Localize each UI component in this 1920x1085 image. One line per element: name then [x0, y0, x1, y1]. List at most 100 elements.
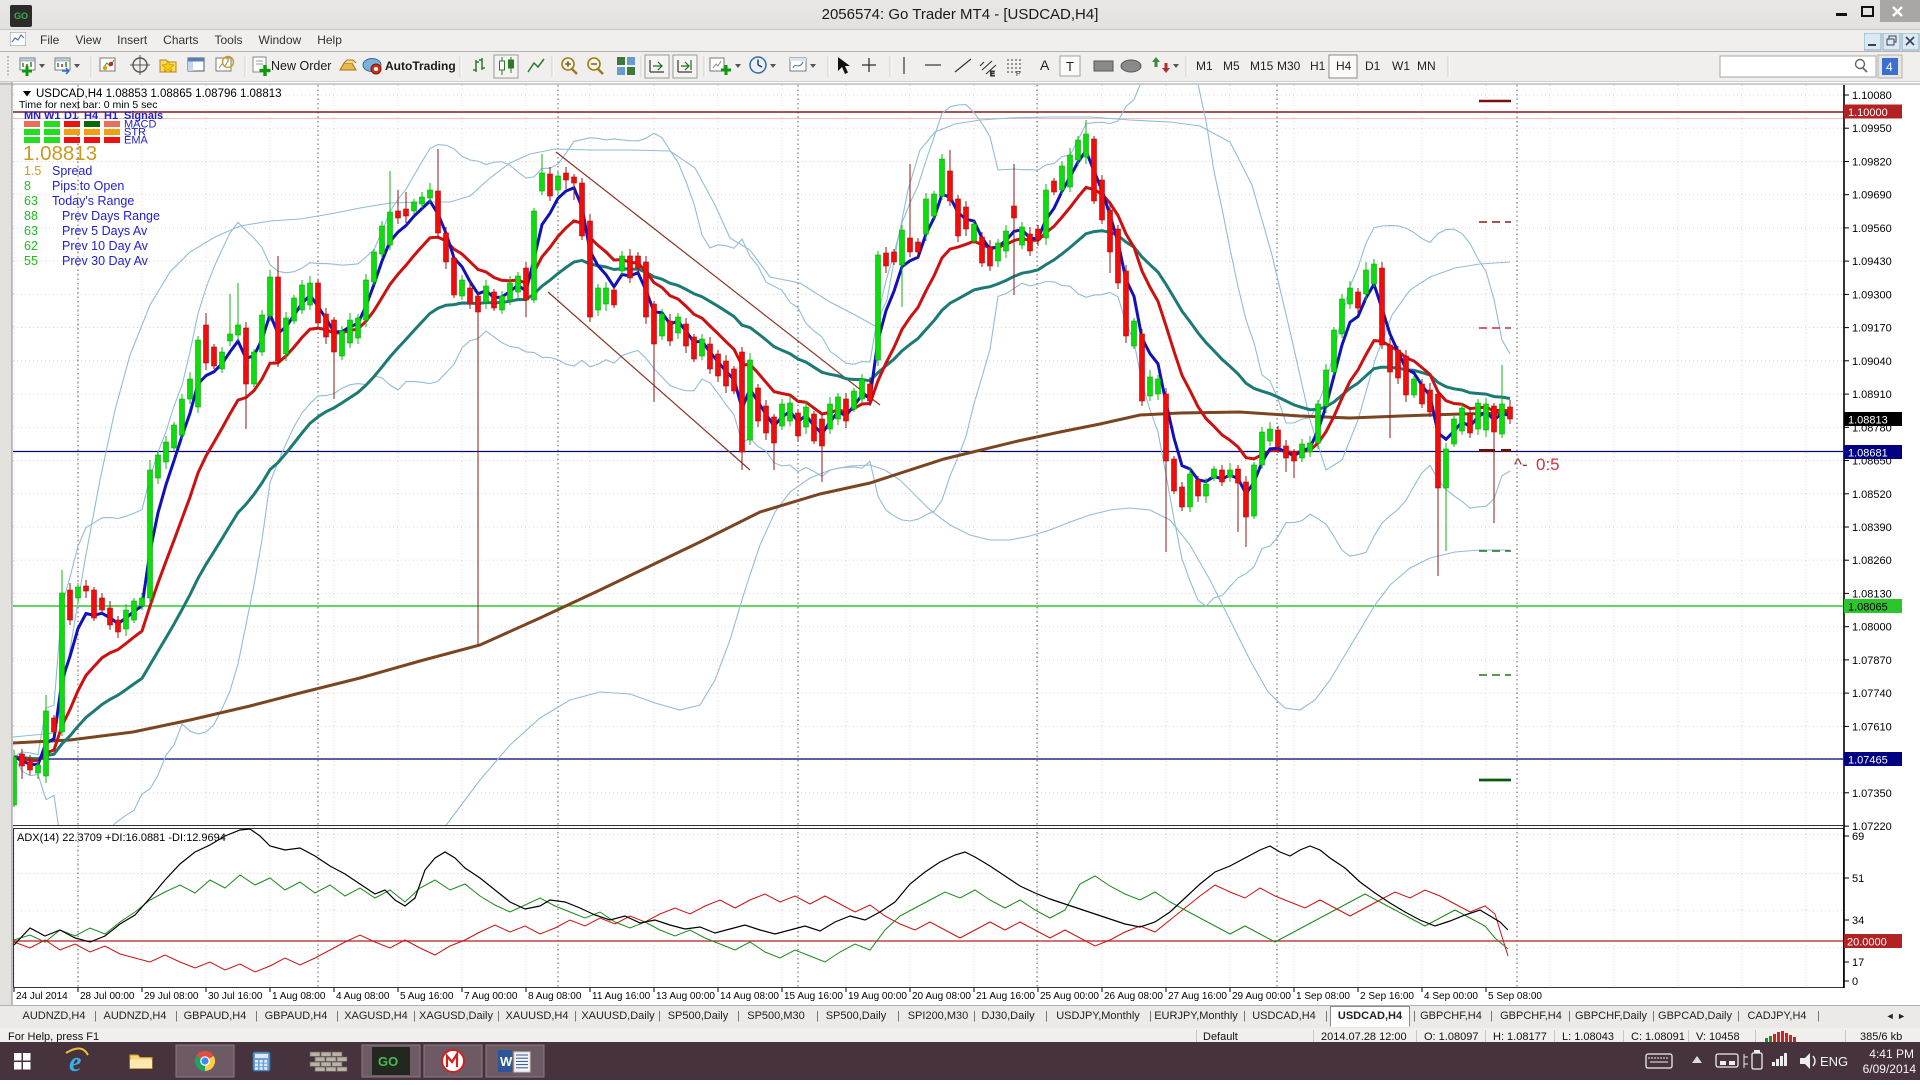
svg-text:^-: ^-: [1514, 455, 1528, 474]
svg-text:5 Aug 16:00: 5 Aug 16:00: [400, 991, 454, 1002]
svg-text:H4: H4: [84, 110, 99, 122]
svg-text:4: 4: [1886, 60, 1893, 74]
svg-text:0: 0: [1852, 976, 1858, 988]
svg-text:Prev 5 Days Av: Prev 5 Days Av: [62, 224, 148, 238]
svg-text:4 Aug 08:00: 4 Aug 08:00: [336, 991, 390, 1002]
svg-text:Spread: Spread: [52, 164, 92, 178]
svg-text:AutoTrading: AutoTrading: [385, 59, 456, 73]
svg-text:25 Aug 00:00: 25 Aug 00:00: [1040, 991, 1099, 1002]
svg-text:1.07350: 1.07350: [1852, 788, 1892, 800]
svg-text:34: 34: [1852, 915, 1864, 927]
svg-text:F: F: [1016, 71, 1020, 78]
svg-text:63: 63: [24, 224, 38, 238]
svg-text:W: W: [500, 1054, 513, 1069]
svg-text:1.09690: 1.09690: [1852, 190, 1892, 202]
svg-text:20 Aug 08:00: 20 Aug 08:00: [912, 991, 971, 1002]
svg-text:1.08130: 1.08130: [1852, 588, 1892, 600]
svg-text:8: 8: [24, 179, 31, 193]
svg-text:4 Sep 00:00: 4 Sep 00:00: [1424, 991, 1478, 1002]
svg-text:14 Aug 08:00: 14 Aug 08:00: [720, 991, 779, 1002]
svg-text:1.08813: 1.08813: [23, 142, 97, 165]
svg-text:1 Aug 08:00: 1 Aug 08:00: [272, 991, 326, 1002]
svg-text:28 Jul 00:00: 28 Jul 00:00: [80, 991, 135, 1002]
svg-text:GO: GO: [378, 1054, 398, 1069]
svg-text:1.09430: 1.09430: [1852, 256, 1892, 268]
svg-text:11 Aug 16:00: 11 Aug 16:00: [592, 991, 651, 1002]
svg-text:H1: H1: [104, 110, 118, 122]
svg-text:1.09040: 1.09040: [1852, 356, 1892, 368]
svg-text:8 Aug 08:00: 8 Aug 08:00: [528, 991, 582, 1002]
svg-text:1.09820: 1.09820: [1852, 157, 1892, 169]
svg-text:New Order: New Order: [271, 59, 331, 73]
svg-text:7 Aug 00:00: 7 Aug 00:00: [464, 991, 518, 1002]
svg-text:5 Sep 08:00: 5 Sep 08:00: [1488, 991, 1542, 1002]
svg-text:88: 88: [24, 209, 38, 223]
svg-text:Today's Range: Today's Range: [52, 194, 134, 208]
svg-text:1.07610: 1.07610: [1852, 721, 1892, 733]
svg-text:1.5: 1.5: [24, 164, 41, 178]
svg-text:30 Jul 16:00: 30 Jul 16:00: [208, 991, 263, 1002]
svg-text:e: e: [69, 1047, 81, 1078]
svg-text:13 Aug 00:00: 13 Aug 00:00: [656, 991, 715, 1002]
svg-text:69: 69: [1852, 831, 1864, 843]
svg-text:21 Aug 16:00: 21 Aug 16:00: [976, 991, 1035, 1002]
svg-text:1.08065: 1.08065: [1848, 602, 1888, 614]
svg-text:29 Aug 00:00: 29 Aug 00:00: [1232, 991, 1291, 1002]
svg-text:H4: H4: [1336, 59, 1352, 73]
svg-text:1.09950: 1.09950: [1852, 123, 1892, 135]
svg-text:Prev 10 Day Av: Prev 10 Day Av: [62, 239, 149, 253]
svg-text:24 Jul 2014: 24 Jul 2014: [16, 991, 68, 1002]
svg-text:A: A: [1040, 57, 1050, 73]
svg-text:19 Aug 00:00: 19 Aug 00:00: [848, 991, 907, 1002]
svg-text:0:5: 0:5: [1536, 455, 1560, 474]
svg-text:MN: MN: [24, 110, 41, 122]
svg-text:1.10000: 1.10000: [1848, 107, 1888, 119]
svg-text:1.08390: 1.08390: [1852, 522, 1892, 534]
svg-text:51: 51: [1852, 873, 1864, 885]
svg-text:Pips to Open: Pips to Open: [52, 179, 124, 193]
svg-text:63: 63: [24, 194, 38, 208]
svg-text:E: E: [990, 71, 995, 78]
svg-text:1.08260: 1.08260: [1852, 555, 1892, 567]
svg-text:20.0000: 20.0000: [1847, 937, 1887, 949]
svg-text:1 Sep 08:00: 1 Sep 08:00: [1296, 991, 1350, 1002]
svg-text:1.08520: 1.08520: [1852, 489, 1892, 501]
svg-text:1.07870: 1.07870: [1852, 655, 1892, 667]
svg-text:62: 62: [24, 239, 38, 253]
svg-text:M1: M1: [1196, 59, 1213, 73]
svg-text:MN: MN: [1417, 59, 1436, 73]
svg-text:1.08910: 1.08910: [1852, 389, 1892, 401]
svg-text:26 Aug 08:00: 26 Aug 08:00: [1104, 991, 1163, 1002]
svg-text:29 Jul 08:00: 29 Jul 08:00: [144, 991, 199, 1002]
svg-text:4:41 PM: 4:41 PM: [1869, 1047, 1914, 1061]
svg-text:17: 17: [1852, 957, 1864, 969]
svg-text:H1: H1: [1310, 59, 1326, 73]
svg-text:M15: M15: [1250, 59, 1274, 73]
svg-text:EMA: EMA: [124, 135, 149, 147]
svg-text:15 Aug 16:00: 15 Aug 16:00: [784, 991, 843, 1002]
svg-text:D1: D1: [1365, 59, 1381, 73]
svg-text:1.09170: 1.09170: [1852, 323, 1892, 335]
svg-text:D1: D1: [64, 110, 78, 122]
svg-text:W1: W1: [1392, 59, 1410, 73]
svg-text:1.07740: 1.07740: [1852, 688, 1892, 700]
svg-text:1.07465: 1.07465: [1848, 755, 1888, 767]
svg-text:1.10080: 1.10080: [1852, 90, 1892, 102]
svg-text:M30: M30: [1277, 59, 1301, 73]
svg-text:ADX(14) 22.3709 +DI:16.0881 -D: ADX(14) 22.3709 +DI:16.0881 -DI:12.9694: [17, 832, 226, 844]
svg-text:1.08813: 1.08813: [1848, 415, 1888, 427]
svg-text:2 Sep 16:00: 2 Sep 16:00: [1360, 991, 1414, 1002]
svg-text:M5: M5: [1223, 59, 1240, 73]
svg-text:ENG: ENG: [1820, 1054, 1848, 1069]
svg-text:1.09560: 1.09560: [1852, 223, 1892, 235]
svg-text:27 Aug 16:00: 27 Aug 16:00: [1168, 991, 1227, 1002]
svg-text:1.09300: 1.09300: [1852, 289, 1892, 301]
svg-text:Prev Days Range: Prev Days Range: [62, 209, 160, 223]
svg-text:W1: W1: [44, 110, 61, 122]
svg-text:6/09/2014: 6/09/2014: [1863, 1062, 1917, 1076]
svg-text:1.08000: 1.08000: [1852, 622, 1892, 634]
svg-text:1.08681: 1.08681: [1848, 448, 1888, 460]
svg-text:Prev 30 Day Av: Prev 30 Day Av: [62, 254, 149, 268]
svg-text:55: 55: [24, 254, 38, 268]
svg-text:T: T: [1066, 59, 1074, 74]
